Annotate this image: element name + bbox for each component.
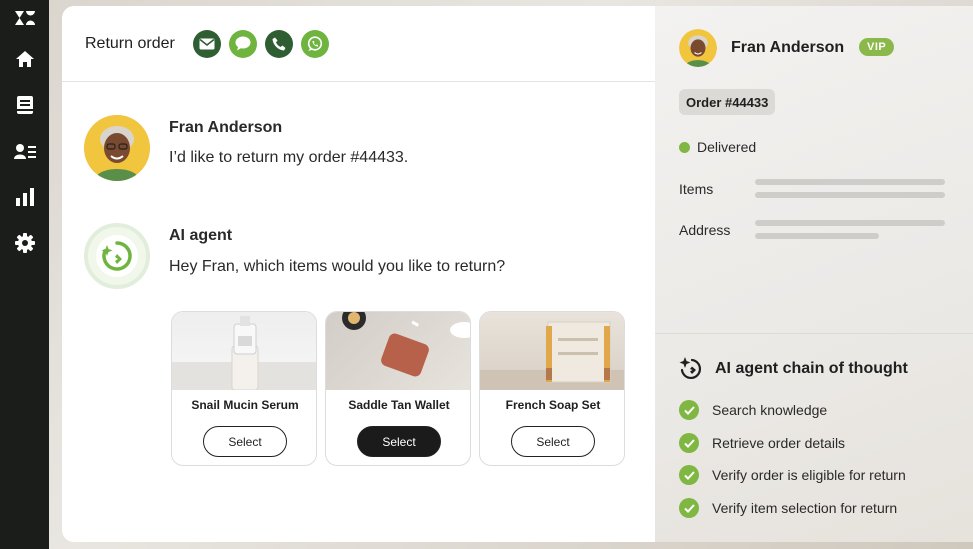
select-button[interactable]: Select <box>203 426 287 457</box>
product-image <box>326 312 470 390</box>
items-placeholder <box>755 192 945 198</box>
product-image <box>480 312 624 390</box>
settings-icon[interactable] <box>0 220 49 266</box>
thought-step-label: Search knowledge <box>712 402 828 418</box>
customer-avatar <box>84 115 150 181</box>
message-text: I’d like to return my order #44433. <box>169 149 409 166</box>
check-icon <box>679 433 699 453</box>
order-status: Delivered <box>679 139 756 155</box>
select-button[interactable]: Select <box>511 426 595 457</box>
select-button[interactable]: Select <box>357 426 441 457</box>
phone-icon[interactable] <box>264 29 293 58</box>
product-name: Saddle Tan Wallet <box>348 398 450 412</box>
customer-avatar <box>679 29 717 67</box>
reports-icon[interactable] <box>0 174 49 220</box>
product-name: French Soap Set <box>505 398 601 412</box>
thought-step-label: Verify order is eligible for return <box>712 467 906 483</box>
home-icon[interactable] <box>0 36 49 82</box>
conversation-panel: Return order Fran Anderson I’d like to r… <box>62 6 655 542</box>
email-icon[interactable] <box>192 29 221 58</box>
zendesk-logo-icon[interactable] <box>0 0 49 36</box>
customers-icon[interactable] <box>0 128 49 174</box>
message-sender: Fran Anderson <box>169 119 283 136</box>
product-name: Snail Mucin Serum <box>191 398 299 412</box>
whatsapp-icon[interactable] <box>300 29 329 58</box>
customer-side-panel: Fran Anderson VIP Order #44433 Delivered… <box>655 6 973 542</box>
thought-step-label: Verify item selection for return <box>712 500 898 516</box>
thought-step: Retrieve order details <box>679 433 845 453</box>
thought-step: Verify item selection for return <box>679 498 897 518</box>
thought-step: Search knowledge <box>679 400 827 420</box>
status-dot-icon <box>679 141 690 153</box>
customer-name: Fran Anderson <box>731 39 845 56</box>
check-icon <box>679 498 699 518</box>
status-label: Delivered <box>697 139 757 155</box>
product-image <box>172 312 316 390</box>
conversation-header: Return order <box>62 6 655 82</box>
ai-agent-avatar <box>84 223 150 289</box>
thought-step-label: Retrieve order details <box>712 435 846 451</box>
product-card: French Soap Set Select <box>479 311 625 466</box>
chain-of-thought-title: AI agent chain of thought <box>715 360 908 377</box>
address-placeholder <box>755 220 945 226</box>
sparkle-agent-icon <box>678 356 704 385</box>
check-icon <box>679 465 699 485</box>
tickets-icon[interactable] <box>0 82 49 128</box>
address-placeholder <box>755 233 879 239</box>
message-text: Hey Fran, which items would you like to … <box>169 258 506 275</box>
message-sender: AI agent <box>169 227 233 244</box>
chat-icon[interactable] <box>228 29 257 58</box>
thought-step: Verify order is eligible for return <box>679 465 906 485</box>
product-card: Saddle Tan Wallet Select <box>325 311 471 466</box>
items-placeholder <box>755 179 945 185</box>
address-label: Address <box>679 222 731 238</box>
vip-badge: VIP <box>859 38 895 56</box>
left-nav <box>0 0 49 549</box>
check-icon <box>679 400 699 420</box>
product-card: Snail Mucin Serum Select <box>171 311 317 466</box>
items-label: Items <box>679 181 714 197</box>
customer-info: Fran Anderson VIP Order #44433 Delivered… <box>655 6 973 334</box>
order-number[interactable]: Order #44433 <box>679 89 776 115</box>
divider <box>655 333 973 334</box>
conversation-title: Return order <box>85 34 175 52</box>
